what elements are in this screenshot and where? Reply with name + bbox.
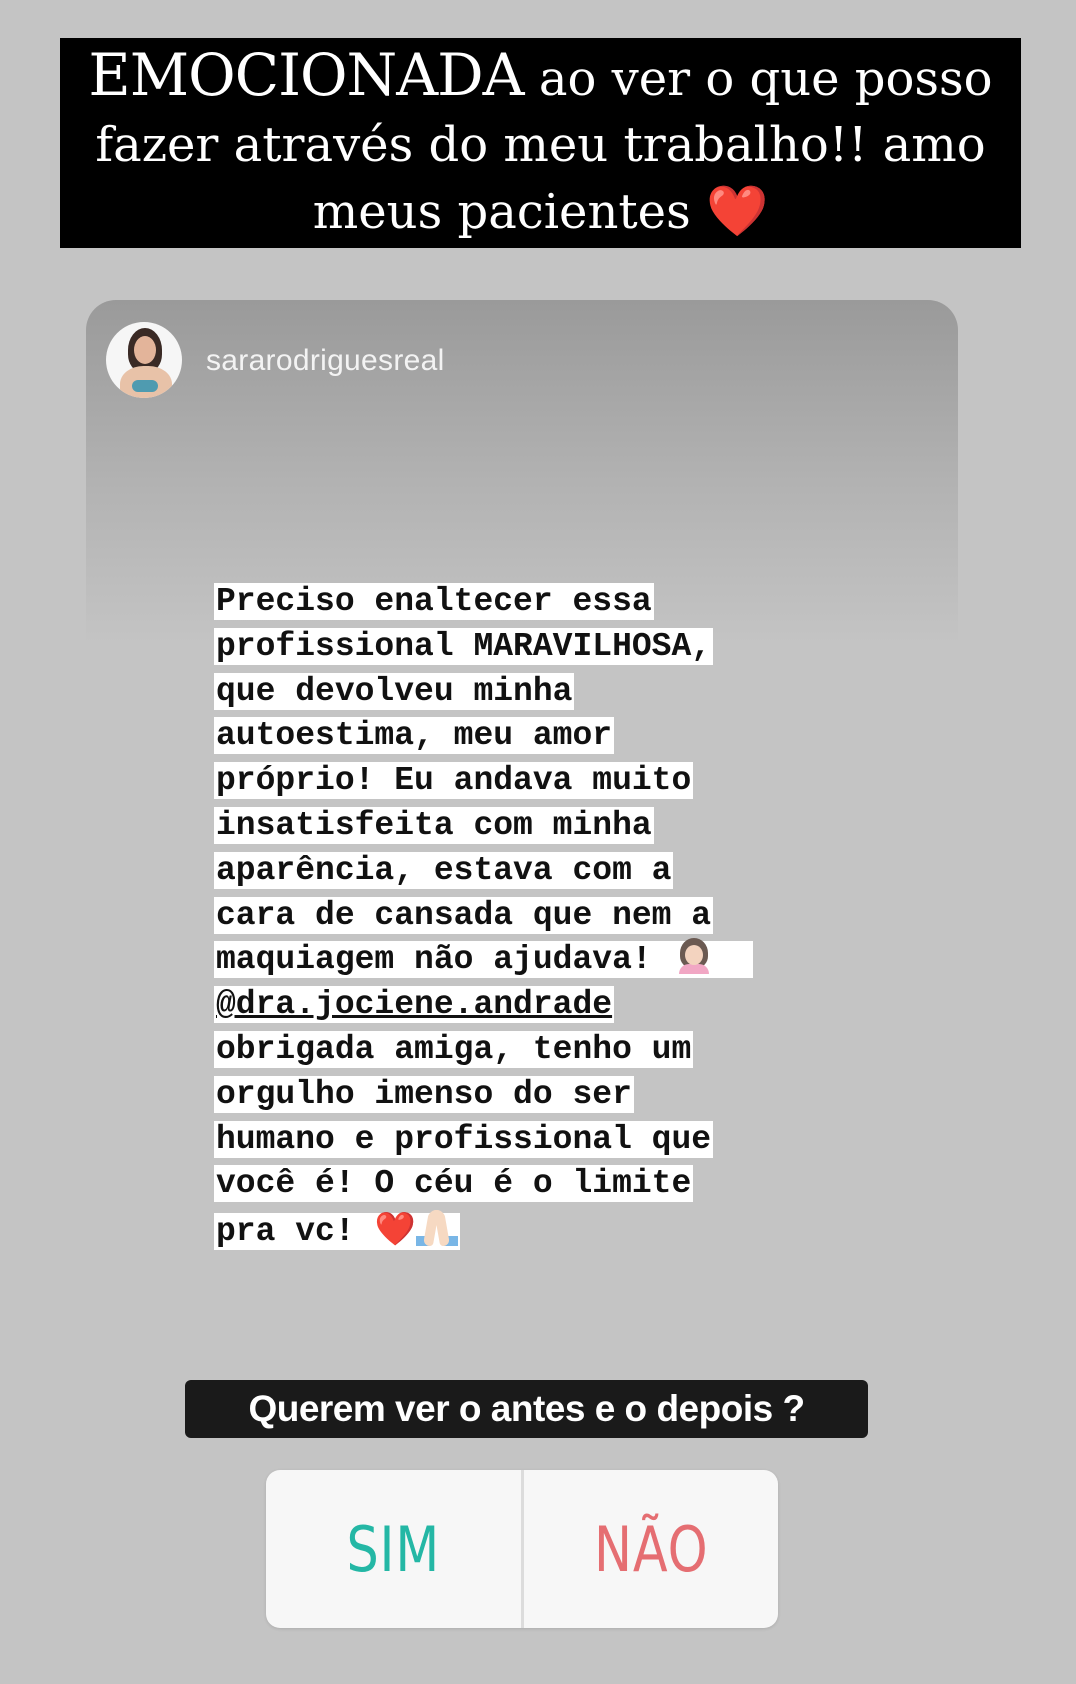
quote-line: humano e profissional que — [214, 1120, 714, 1158]
caption-line-1-rest: ao ver o que posso — [523, 50, 993, 107]
caption-line-2: fazer através do meu trabalho!! amo — [95, 116, 986, 173]
post-quote-text: Preciso enaltecer essa profissional MARA… — [214, 580, 854, 1255]
poll-option-no[interactable]: NÃO — [546, 1470, 755, 1628]
quote-line: @dra.jociene.andrade — [214, 983, 854, 1028]
quote-line: obrigada amiga, tenho um — [214, 1030, 694, 1068]
poll-option-yes[interactable]: SIM — [289, 1470, 498, 1628]
quote-line: insatisfeita com minha — [214, 806, 654, 844]
quote-line: autoestima, meu amor — [214, 717, 615, 755]
quote-line: próprio! Eu andava muito — [214, 762, 694, 800]
post-username[interactable]: sararodriguesreal — [206, 344, 445, 378]
quote-line: orgulho imenso do ser — [214, 1075, 634, 1113]
mention-link[interactable]: @dra.jociene.andrade — [214, 986, 615, 1024]
quote-line: Preciso enaltecer essa — [214, 583, 654, 620]
avatar[interactable] — [106, 322, 182, 398]
quote-line: aparência, estava com a — [214, 851, 674, 889]
heart-icon: ❤️ — [705, 181, 769, 240]
woman-facepalm-icon — [677, 938, 711, 975]
question-label: Querem ver o antes e o depois ? — [185, 1380, 868, 1438]
caption-line-1: EMOCIONADA ao ver o que posso — [88, 42, 992, 112]
poll-sticker: SIM NÃO — [266, 1470, 778, 1628]
quote-line: maquiagem não ajudava! — [214, 938, 854, 983]
caption-line-3-text: meus pacientes — [312, 183, 691, 240]
poll-divider — [520, 1470, 524, 1628]
quote-line: você é! O céu é o limite — [214, 1165, 694, 1203]
caption-line-3: meus pacientes ❤️ — [313, 178, 768, 245]
caption-box: EMOCIONADA ao ver o que posso fazer atra… — [60, 38, 1021, 248]
quote-line: profissional MARAVILHOSA, — [214, 627, 714, 665]
quote-line: pra vc! ❤️ — [214, 1207, 854, 1255]
heart-icon: ❤️ — [374, 1209, 416, 1249]
quote-line: cara de cansada que nem a — [214, 896, 714, 934]
story-frame: EMOCIONADA ao ver o que posso fazer atra… — [0, 0, 1076, 1684]
praying-hands-icon — [415, 1208, 458, 1248]
quote-line: que devolveu minha — [214, 672, 575, 710]
caption-emphasis: EMOCIONADA — [88, 40, 524, 109]
